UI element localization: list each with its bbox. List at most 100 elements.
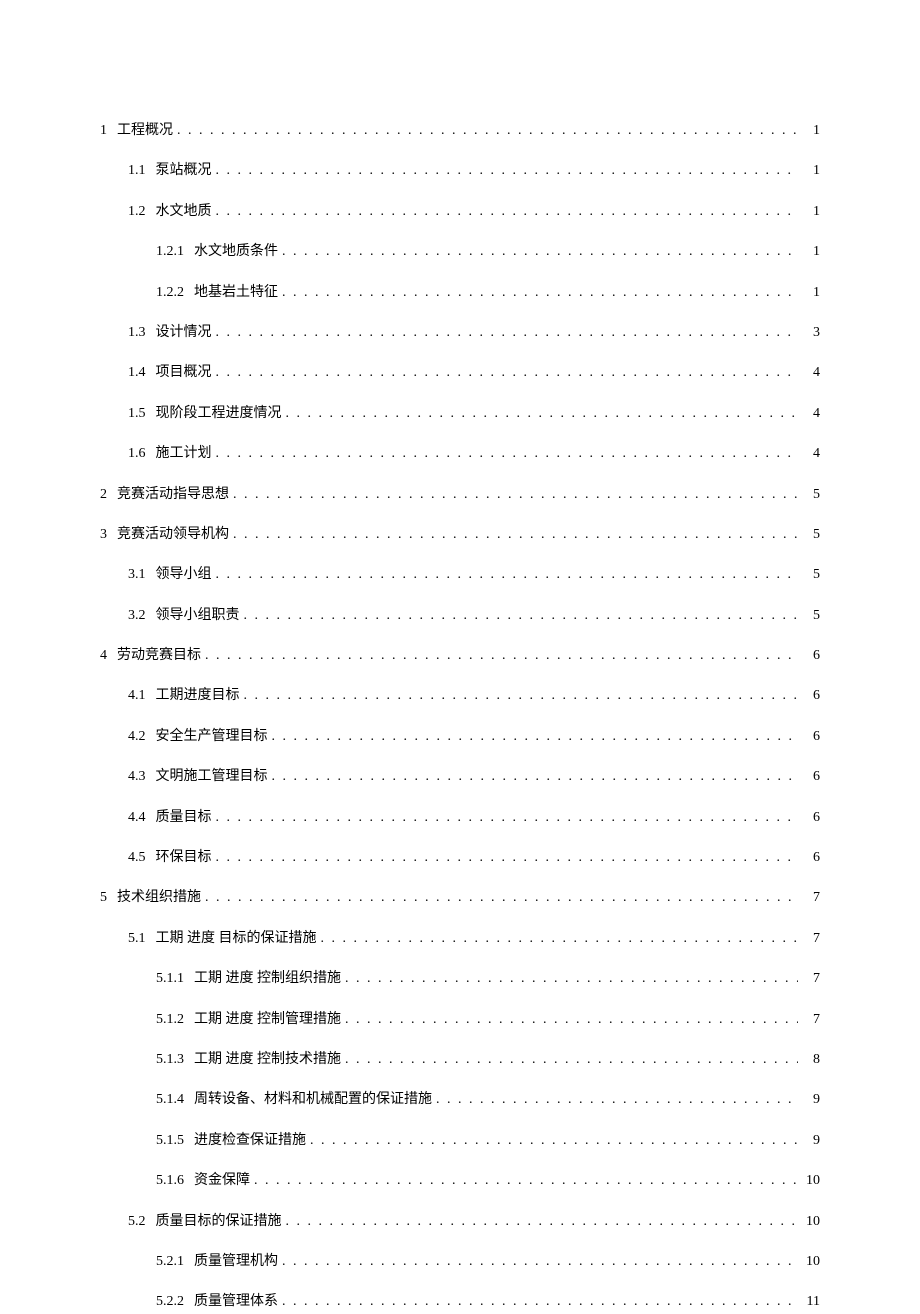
toc-entry: 4.2安全生产管理目标6 (128, 726, 820, 748)
toc-entry-title: 领导小组职责 (156, 605, 240, 627)
toc-entry-page: 1 (802, 160, 820, 182)
toc-entry: 1.1 泵站概况 1 (128, 160, 820, 182)
toc-entry-page: 7 (802, 928, 820, 950)
toc-entry-page: 1 (802, 201, 820, 223)
toc-entry-title: 进度检查保证措施 (194, 1130, 306, 1152)
toc-entry-title: 现阶段工程进度情况 (156, 403, 282, 425)
toc-entry: 1.2水文地质1 (128, 201, 820, 223)
toc-entry-page: 7 (802, 887, 820, 909)
toc-leader-dots (216, 201, 799, 223)
toc-entry: 5.1.3工期 进度 控制技术措施8 (156, 1049, 820, 1071)
toc-entry-number: 5.1.4 (156, 1089, 184, 1111)
toc-entry-title: 工期 进度 控制管理措施 (194, 1009, 341, 1031)
toc-leader-dots (321, 928, 799, 950)
toc-entry-page: 6 (802, 645, 820, 667)
toc-entry-page: 5 (802, 524, 820, 546)
toc-leader-dots (254, 1170, 798, 1192)
toc-entry-title: 施工计划 (156, 443, 212, 465)
toc-entry-number: 3 (100, 524, 107, 546)
toc-entry-page: 10 (802, 1251, 820, 1273)
toc-entry-number: 4.4 (128, 807, 146, 829)
toc-entry-title: 水文地质条件 (194, 241, 278, 263)
toc-entry-page: 10 (802, 1211, 820, 1233)
toc-entry-page: 6 (802, 685, 820, 707)
toc-entry-title: 安全生产管理目标 (156, 726, 268, 748)
toc-entry-page: 4 (802, 403, 820, 425)
toc-leader-dots (436, 1089, 798, 1111)
toc-leader-dots (216, 322, 799, 344)
toc-entry-title: 竞赛活动指导思想 (117, 484, 229, 506)
toc-entry: 1.2.1水文地质条件1 (156, 241, 820, 263)
toc-entry-title: 领导小组 (156, 564, 212, 586)
toc-entry-number: 5.1.6 (156, 1170, 184, 1192)
toc-entry-title: 工期进度目标 (156, 685, 240, 707)
table-of-contents: 1工程概况11.1泵站概况11.2水文地质11.2.1水文地质条件11.2.2地… (100, 120, 820, 1314)
toc-entry-title: 设计情况 (156, 322, 212, 344)
toc-entry-title: 质量目标的保证措施 (156, 1211, 282, 1233)
toc-entry: 1.5现阶段工程进度情况4 (128, 403, 820, 425)
toc-leader-dots (345, 1049, 798, 1071)
toc-entry-number: 5.1.3 (156, 1049, 184, 1071)
toc-entry-title: 泵站概况 (156, 160, 212, 182)
toc-entry-page: 9 (802, 1130, 820, 1152)
toc-entry: 5 技术组织措施 7 (100, 887, 820, 909)
toc-entry-number: 1.2.1 (156, 241, 184, 263)
toc-entry-page: 11 (802, 1291, 820, 1313)
toc-entry-title: 质量目标 (156, 807, 212, 829)
toc-entry-page: 7 (802, 1009, 820, 1031)
toc-entry: 1.3 设计情况 3 (128, 322, 820, 344)
toc-leader-dots (345, 1009, 798, 1031)
toc-entry-number: 4.3 (128, 766, 146, 788)
toc-entry-page: 6 (802, 847, 820, 869)
toc-entry-number: 5.1.1 (156, 968, 184, 990)
toc-entry: 4.1工期进度目标6 (128, 685, 820, 707)
toc-entry-title: 质量管理机构 (194, 1251, 278, 1273)
toc-entry: 3竞赛活动领导机构5 (100, 524, 820, 546)
toc-leader-dots (216, 564, 799, 586)
toc-leader-dots (282, 1251, 798, 1273)
toc-entry-number: 1.3 (128, 322, 146, 344)
toc-entry-number: 5.1.5 (156, 1130, 184, 1152)
toc-leader-dots (272, 766, 799, 788)
toc-entry: 4.4 质量目标 6 (128, 807, 820, 829)
toc-leader-dots (286, 1211, 799, 1233)
toc-entry: 5.2质量目标的保证措施10 (128, 1211, 820, 1233)
toc-entry: 5.1.4周转设备、材料和机械配置的保证措施9 (156, 1089, 820, 1111)
toc-entry: 5.1工期 进度 目标的保证措施7 (128, 928, 820, 950)
toc-entry-page: 9 (802, 1089, 820, 1111)
toc-entry-page: 7 (802, 968, 820, 990)
toc-leader-dots (216, 160, 799, 182)
toc-entry-number: 1.1 (128, 160, 146, 182)
toc-entry-number: 1.2.2 (156, 282, 184, 304)
toc-entry: 5.1.5 进度检查保证措施 9 (156, 1130, 820, 1152)
toc-entry: 3.1领导小组5 (128, 564, 820, 586)
toc-entry-number: 1.4 (128, 362, 146, 384)
toc-entry-page: 3 (802, 322, 820, 344)
toc-leader-dots (244, 605, 799, 627)
toc-leader-dots (282, 241, 798, 263)
toc-entry: 5.2.1质量管理机构10 (156, 1251, 820, 1273)
toc-leader-dots (310, 1130, 798, 1152)
toc-leader-dots (216, 847, 799, 869)
toc-entry-number: 4.5 (128, 847, 146, 869)
toc-leader-dots (205, 887, 798, 909)
toc-entry-title: 项目概况 (156, 362, 212, 384)
toc-entry-number: 5 (100, 887, 107, 909)
toc-entry: 4劳动竞赛目标6 (100, 645, 820, 667)
toc-entry-page: 4 (802, 362, 820, 384)
toc-entry-page: 6 (802, 726, 820, 748)
toc-leader-dots (177, 120, 798, 142)
toc-entry-page: 5 (802, 605, 820, 627)
toc-entry-number: 1.2 (128, 201, 146, 223)
toc-entry-number: 5.2.2 (156, 1291, 184, 1313)
toc-entry: 3.2领导小组职责5 (128, 605, 820, 627)
toc-entry: 5.1.6资金保障10 (156, 1170, 820, 1192)
toc-entry-title: 工期 进度 目标的保证措施 (156, 928, 317, 950)
toc-entry-page: 6 (802, 807, 820, 829)
toc-entry-title: 技术组织措施 (117, 887, 201, 909)
toc-entry-page: 5 (802, 484, 820, 506)
toc-entry-page: 10 (802, 1170, 820, 1192)
toc-entry-title: 劳动竞赛目标 (117, 645, 201, 667)
toc-entry-page: 8 (802, 1049, 820, 1071)
toc-entry-number: 5.1.2 (156, 1009, 184, 1031)
